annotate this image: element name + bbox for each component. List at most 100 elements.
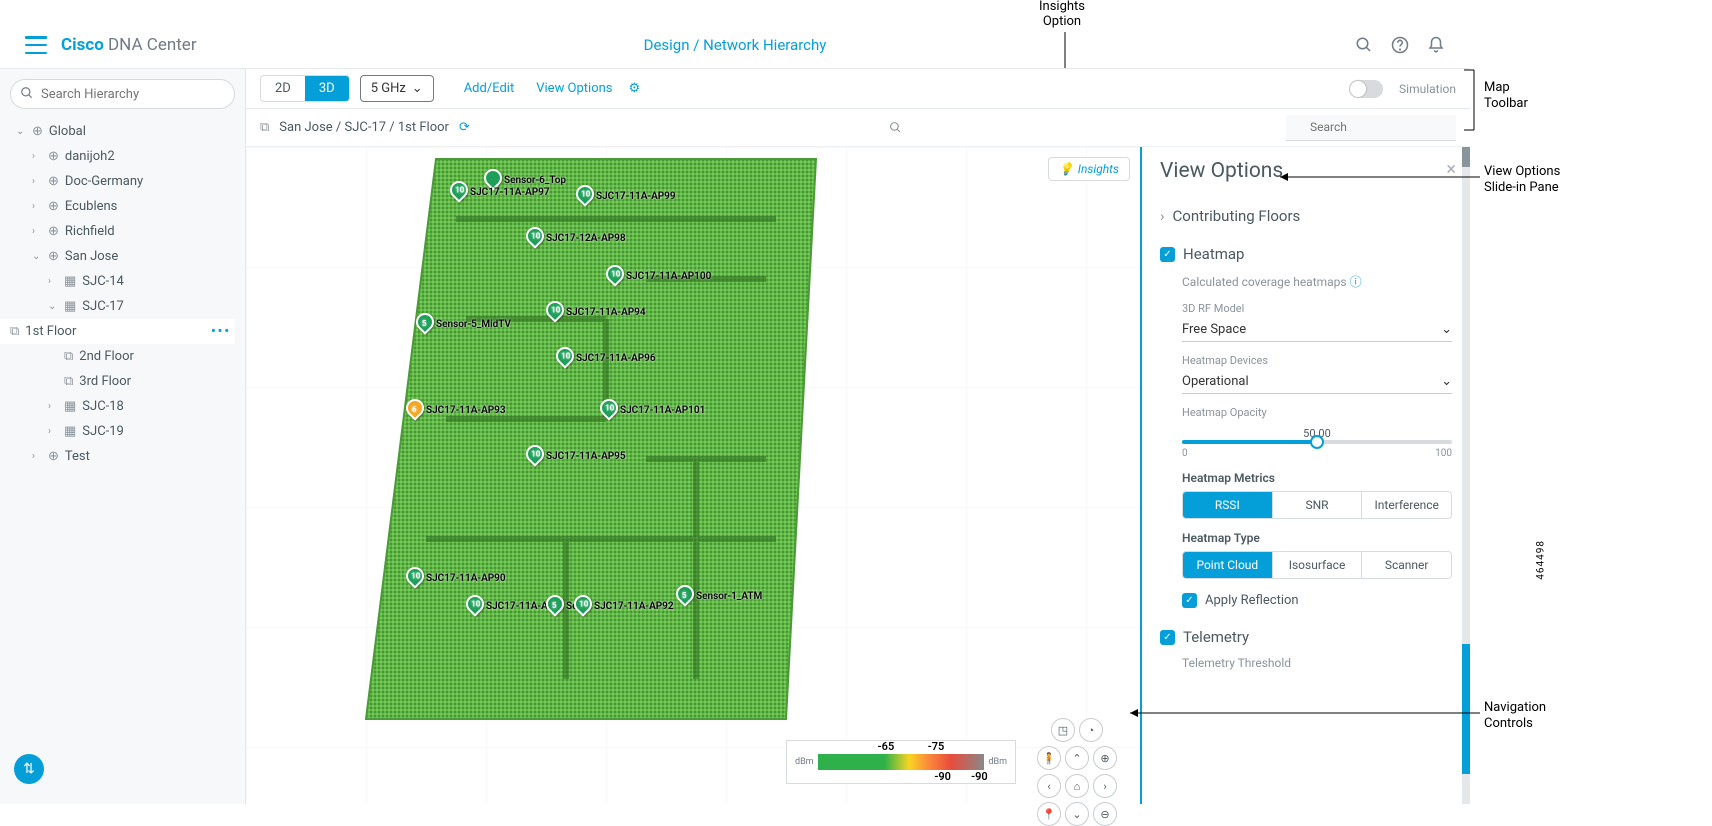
- rssi-legend: dBm -65 -75 -90 -90 dBm: [786, 740, 1016, 784]
- heatmap-section[interactable]: ✓Heatmap: [1160, 235, 1452, 273]
- app-header: Cisco DNA Center Design / Network Hierar…: [0, 25, 1470, 65]
- ap-marker[interactable]: SJC17-11A-AP95: [526, 441, 626, 462]
- nav-person-icon[interactable]: 🧍: [1037, 746, 1061, 770]
- heatmap-devices-select[interactable]: Operational⌄: [1182, 370, 1452, 394]
- hierarchy-search-input[interactable]: [10, 79, 235, 109]
- nav-zoom-in-icon[interactable]: ⊕: [1093, 746, 1117, 770]
- ap-marker[interactable]: SJC17-11A-AP93: [406, 395, 506, 416]
- type-label: Heatmap Type: [1182, 531, 1452, 545]
- nav-cube-icon[interactable]: ◳: [1051, 718, 1075, 742]
- rf-model-select[interactable]: Free Space⌄: [1182, 318, 1452, 342]
- metric-interference-button[interactable]: Interference: [1362, 492, 1451, 518]
- expand-fab[interactable]: ⇅: [14, 754, 44, 784]
- nav-pie-icon[interactable]: ◔: [1079, 718, 1103, 742]
- more-icon[interactable]: •••: [211, 324, 231, 339]
- ap-marker[interactable]: Sensor-5_MidTV: [416, 309, 511, 330]
- ap-marker[interactable]: SJC17-11A-AP90: [406, 563, 506, 584]
- ap-label: SJC17-11A-AP96: [576, 353, 656, 364]
- tree-san-jose[interactable]: ⌄⊕San Jose: [10, 244, 235, 269]
- type-pointcloud-button[interactable]: Point Cloud: [1183, 552, 1273, 578]
- annotation-view-options: View Options Slide-in Pane: [1484, 164, 1560, 195]
- type-scanner-button[interactable]: Scanner: [1362, 552, 1451, 578]
- 3d-button[interactable]: 3D: [305, 76, 349, 101]
- gear-icon[interactable]: ⚙: [629, 81, 641, 96]
- info-icon[interactable]: ⓘ: [1350, 275, 1362, 289]
- search-icon: [20, 86, 34, 100]
- ap-label: SJC17-11A-AP97: [470, 187, 550, 198]
- ap-marker[interactable]: SJC17-11A-AP92: [574, 591, 674, 612]
- search-icon[interactable]: [1355, 36, 1373, 54]
- nav-pin-icon[interactable]: 📍: [1037, 802, 1061, 826]
- view-options-pane: × View Options ›Contributing Floors ✓Hea…: [1140, 147, 1470, 804]
- map-search-input[interactable]: [1286, 115, 1456, 141]
- ap-marker[interactable]: SJC17-11A-AP99: [576, 181, 676, 202]
- help-icon[interactable]: [1391, 36, 1409, 54]
- ap-marker[interactable]: SJC17-11A-AP101: [600, 395, 705, 416]
- bell-icon[interactable]: [1427, 36, 1445, 54]
- nav-left-icon[interactable]: ‹: [1037, 774, 1061, 798]
- tree-global[interactable]: ⌄⊕Global: [10, 119, 235, 144]
- nav-up-icon[interactable]: ⌃: [1065, 746, 1089, 770]
- layers-icon: ⧉: [260, 120, 269, 135]
- tree-item[interactable]: ›⊕danijoh2: [10, 144, 235, 169]
- frequency-dropdown[interactable]: 5 GHz⌄: [360, 75, 434, 102]
- simulation-label: Simulation: [1399, 82, 1456, 96]
- map-toolbar: 2D 3D 5 GHz⌄ Add/Edit View Options ⚙ Sim…: [246, 69, 1470, 109]
- ap-marker[interactable]: SJC17-11A-AP96: [556, 343, 656, 364]
- floor-path-bar: ⧉ San Jose / SJC-17 / 1st Floor ⟳: [246, 109, 1470, 147]
- 2d-button[interactable]: 2D: [261, 76, 305, 101]
- rf-model-label: 3D RF Model: [1182, 302, 1452, 315]
- ap-label: SJC17-11A-AP94: [566, 307, 646, 318]
- nav-zoom-out-icon[interactable]: ⊖: [1093, 802, 1117, 826]
- ap-label: Sensor-1_ATM: [696, 591, 762, 602]
- pane-scrollbar[interactable]: [1462, 147, 1470, 804]
- ap-marker[interactable]: SJC17-11A-AP100: [606, 261, 711, 282]
- tree-item[interactable]: ⧉2nd Floor: [10, 344, 235, 369]
- tree-item[interactable]: ›⊕Ecublens: [10, 194, 235, 219]
- ap-marker[interactable]: SJC17-12A-AP98: [526, 223, 626, 244]
- tree-item[interactable]: ›▦SJC-19: [10, 419, 235, 444]
- ap-label: SJC17-11A-AP95: [546, 451, 626, 462]
- ap-label: SJC17-11A-AP93: [426, 405, 506, 416]
- simulation-toggle[interactable]: [1349, 80, 1383, 98]
- heatmap-devices-label: Heatmap Devices: [1182, 354, 1452, 367]
- apply-reflection-row[interactable]: ✓Apply Reflection: [1182, 593, 1452, 608]
- opacity-label: Heatmap Opacity: [1182, 406, 1452, 419]
- telemetry-section[interactable]: ✓Telemetry: [1160, 618, 1452, 656]
- refresh-icon[interactable]: ⟳: [459, 120, 470, 135]
- tree-item[interactable]: ›⊕Test: [10, 444, 235, 469]
- insights-button[interactable]: 💡Insights: [1048, 157, 1130, 181]
- tree-1st-floor[interactable]: ⧉1st Floor•••: [0, 319, 235, 344]
- add-edit-button[interactable]: Add/Edit: [458, 81, 521, 96]
- breadcrumb[interactable]: Design / Network Hierarchy: [644, 36, 827, 54]
- brand: Cisco DNA Center: [61, 35, 197, 55]
- ap-marker[interactable]: SJC17-11A-AP94: [546, 297, 646, 318]
- nav-home-icon[interactable]: ⌂: [1065, 774, 1089, 798]
- ap-label: SJC17-12A-AP98: [546, 233, 626, 244]
- metric-rssi-button[interactable]: RSSI: [1183, 492, 1273, 518]
- floor-path: San Jose / SJC-17 / 1st Floor: [279, 120, 449, 135]
- opacity-slider[interactable]: 50.00 0100: [1182, 427, 1452, 459]
- doc-id: 464498: [1536, 540, 1547, 580]
- type-isosurface-button[interactable]: Isosurface: [1273, 552, 1363, 578]
- metric-snr-button[interactable]: SNR: [1273, 492, 1363, 518]
- search-icon: [889, 121, 902, 134]
- tree-sjc17[interactable]: ⌄▦SJC-17: [10, 294, 235, 319]
- main-shell: ⌄⊕Global ›⊕danijoh2 ›⊕Doc-Germany ›⊕Ecub…: [0, 68, 1470, 804]
- nav-down-icon[interactable]: ⌄: [1065, 802, 1089, 826]
- tree-item[interactable]: ›⊕Richfield: [10, 219, 235, 244]
- view-options-button[interactable]: View Options: [530, 81, 618, 96]
- heatmap-checkbox[interactable]: ✓: [1160, 247, 1175, 262]
- annotation-nav-controls: Navigation Controls: [1484, 700, 1546, 731]
- tree-item[interactable]: ›▦SJC-18: [10, 394, 235, 419]
- tree-item[interactable]: ›▦SJC-14: [10, 269, 235, 294]
- tree-item[interactable]: ⧉3rd Floor: [10, 369, 235, 394]
- annotation-map-toolbar: Map Toolbar: [1484, 80, 1528, 111]
- contributing-floors-section[interactable]: ›Contributing Floors: [1160, 197, 1452, 235]
- ap-marker[interactable]: Sensor-1_ATM: [676, 581, 762, 602]
- nav-right-icon[interactable]: ›: [1093, 774, 1117, 798]
- tree-item[interactable]: ›⊕Doc-Germany: [10, 169, 235, 194]
- menu-icon[interactable]: [25, 36, 47, 54]
- ap-label: SJC17-11A-AP99: [596, 191, 676, 202]
- ap-marker[interactable]: SJC17-11A-AP97: [450, 177, 550, 198]
